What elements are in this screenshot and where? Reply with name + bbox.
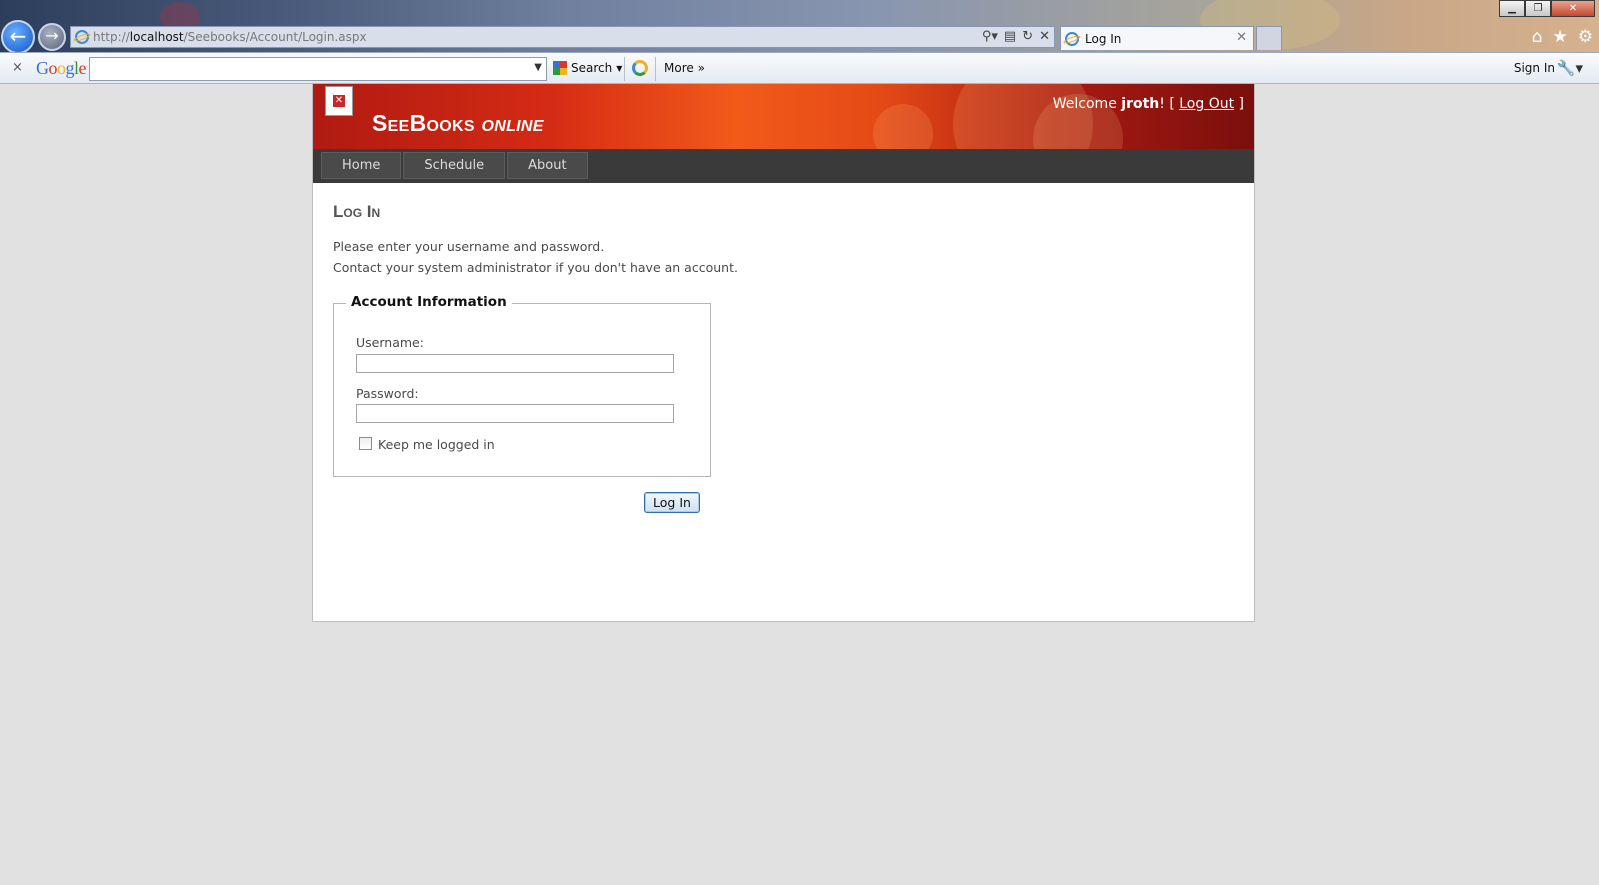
tab-log-in[interactable]: Log In ✕ — [1060, 26, 1254, 50]
sign-in-button[interactable]: Sign In — [1514, 61, 1555, 75]
address-bar[interactable]: http://localhost/Seebooks/Account/Login.… — [70, 26, 1055, 48]
url-host: localhost — [129, 30, 184, 44]
log-out-link[interactable]: Log Out — [1179, 96, 1234, 112]
close-bracket: ] — [1234, 96, 1244, 112]
dropdown-arrow-icon[interactable]: ▼ — [534, 62, 542, 73]
keep-logged-in-label[interactable]: Keep me logged in — [378, 437, 495, 452]
main-content: Log In Please enter your username and pa… — [333, 202, 1233, 513]
stop-icon[interactable]: ✕ — [1039, 29, 1050, 44]
home-icon[interactable]: ⌂ — [1532, 27, 1543, 47]
password-input[interactable] — [356, 404, 674, 423]
ie-page-icon — [75, 30, 89, 44]
welcome-text: Welcome — [1052, 96, 1122, 112]
ie-tab-icon — [1065, 31, 1079, 46]
menu-item-about[interactable]: About — [507, 152, 588, 179]
chevron-down-icon: ▼ — [616, 63, 623, 73]
browser-command-icons: ⌂ ★ ⚙ — [1532, 27, 1593, 47]
restore-button[interactable]: ❐ — [1525, 0, 1551, 17]
password-label: Password: — [356, 386, 419, 401]
google-search-input[interactable]: ▼ — [89, 57, 547, 81]
window-controls: ▁ ❐ ✕ — [1499, 0, 1595, 17]
new-tab-button[interactable] — [1256, 26, 1282, 50]
refresh-icon[interactable]: ↻ — [1022, 29, 1033, 44]
swirl-icon[interactable] — [632, 60, 648, 76]
username-label: Username: — [356, 335, 424, 350]
back-button[interactable]: ← — [1, 20, 35, 54]
site-title-main: SeeBooks — [372, 110, 475, 136]
search-icon[interactable]: ⚲▾ — [982, 29, 998, 44]
tab-label: Log In — [1085, 31, 1122, 46]
instruction-line: Contact your system administrator if you… — [333, 260, 738, 275]
close-window-button[interactable]: ✕ — [1551, 0, 1595, 17]
username-input[interactable] — [356, 354, 674, 373]
minimize-button[interactable]: ▁ — [1499, 0, 1525, 17]
main-menu-bar: Home Schedule About — [313, 149, 1254, 183]
welcome-suffix: ! [ — [1159, 96, 1180, 112]
forward-button[interactable]: → — [38, 23, 66, 51]
keep-logged-in-checkbox[interactable] — [359, 437, 372, 450]
page-title: Log In — [333, 202, 381, 221]
google-g-icon — [553, 61, 567, 75]
address-tools: ⚲▾ ▤ ↻ ✕ — [982, 29, 1050, 44]
compatibility-view-icon[interactable]: ▤ — [1004, 29, 1016, 44]
site-header: ✕ SeeBooks online Welcome jroth! [ Log O… — [313, 84, 1254, 149]
login-instructions: Please enter your username and password.… — [333, 236, 1233, 278]
tab-close-icon[interactable]: ✕ — [1236, 30, 1247, 45]
site-title: SeeBooks online — [372, 110, 544, 137]
broken-image-icon: ✕ — [325, 86, 353, 116]
google-search-button[interactable]: Search ▼ — [553, 61, 622, 75]
address-url[interactable]: http://localhost/Seebooks/Account/Login.… — [93, 30, 367, 44]
header-decoration — [873, 104, 933, 149]
search-button-label: Search — [571, 61, 613, 75]
fieldset-legend: Account Information — [346, 294, 512, 310]
url-prefix: http:// — [93, 30, 130, 44]
site-title-sub: online — [474, 110, 544, 136]
toolbar-close-icon[interactable]: × — [12, 60, 23, 75]
log-in-button[interactable]: Log In — [644, 492, 700, 513]
login-status: Welcome jroth! [ Log Out ] — [1053, 96, 1244, 112]
more-button[interactable]: More » — [664, 61, 705, 75]
username-display: jroth — [1121, 96, 1160, 112]
google-toolbar: × Google ▼ Search ▼ More » Sign In 🔧▾ — [0, 52, 1599, 84]
instruction-line: Please enter your username and password. — [333, 239, 605, 254]
account-information-fieldset: Account Information Username: Password: … — [333, 294, 711, 477]
google-logo: Google — [36, 58, 87, 78]
tools-gear-icon[interactable]: ⚙ — [1578, 27, 1593, 47]
url-path: /Seebooks/Account/Login.aspx — [183, 30, 367, 44]
favorites-icon[interactable]: ★ — [1553, 27, 1568, 47]
toolbar-divider — [624, 57, 625, 81]
main-menu: Home Schedule About — [321, 152, 588, 179]
toolbar-divider — [655, 57, 656, 81]
page-container: ✕ SeeBooks online Welcome jroth! [ Log O… — [312, 84, 1255, 622]
menu-item-schedule[interactable]: Schedule — [403, 152, 506, 179]
menu-item-home[interactable]: Home — [321, 152, 402, 179]
wrench-icon[interactable]: 🔧▾ — [1557, 59, 1583, 77]
